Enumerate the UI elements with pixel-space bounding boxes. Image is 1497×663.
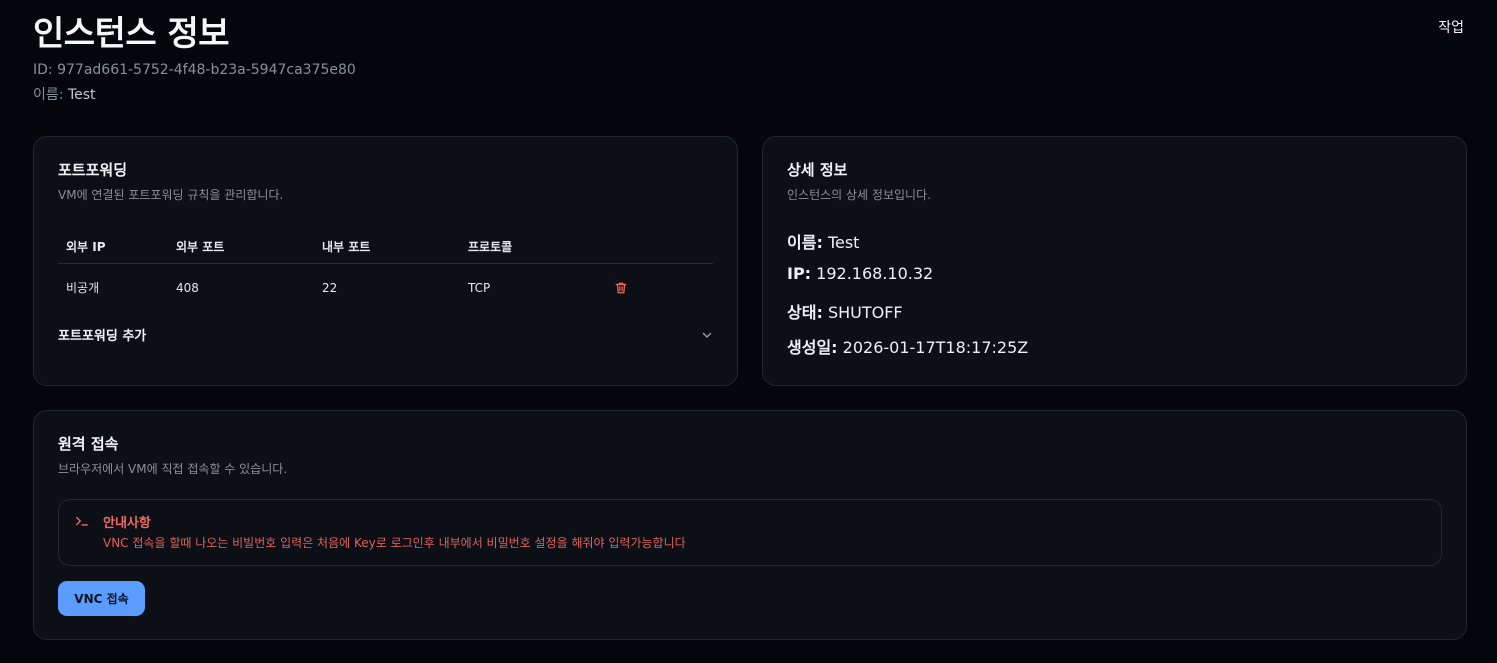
- detail-label: IP:: [787, 264, 812, 283]
- remote-access-subtitle: 브라우저에서 VM에 직접 접속할 수 있습니다.: [58, 462, 288, 476]
- cell-internal-port: 22: [322, 280, 338, 295]
- cell-actions: [614, 281, 654, 295]
- vnc-connect-button[interactable]: VNC 접속: [58, 581, 145, 616]
- instance-id: ID: 977ad661-5752-4f48-b23a-5947ca375e80: [33, 62, 356, 78]
- detail-ip: IP: 192.168.10.32: [787, 264, 1442, 299]
- port-forwarding-subtitle: VM에 연결된 포트포워딩 규칙을 관리합니다.: [58, 188, 284, 202]
- id-value: 977ad661-5752-4f48-b23a-5947ca375e80: [57, 62, 356, 78]
- column-internal-port: 내부 포트: [322, 239, 371, 254]
- detail-label: 생성일:: [787, 338, 838, 357]
- cell-protocol: TCP: [468, 280, 491, 295]
- page-title: 인스턴스 정보: [33, 14, 230, 54]
- port-forwarding-title: 포트포워딩: [58, 161, 128, 179]
- detail-value: Test: [827, 233, 860, 252]
- trash-icon[interactable]: [614, 281, 628, 295]
- notice-text: VNC 접속을 할때 나오는 비빌번호 입력은 처음에 Key로 로그인후 내부…: [103, 536, 686, 550]
- detail-label: 이름:: [787, 233, 823, 252]
- port-forwarding-card: 포트포워딩 VM에 연결된 포트포워딩 규칙을 관리합니다. 외부 IP 외부 …: [33, 136, 738, 386]
- notice-box: 안내사항 VNC 접속을 할때 나오는 비빌번호 입력은 처음에 Key로 로그…: [58, 499, 1442, 566]
- cell-external-port: 408: [176, 280, 199, 295]
- add-port-forwarding-toggle[interactable]: 포트포워딩 추가: [58, 325, 713, 344]
- detail-value: 2026-01-17T18:17:25Z: [842, 338, 1029, 357]
- column-protocol: 프로토콜: [468, 239, 513, 254]
- details-card: 상세 정보 인스턴스의 상세 정보입니다. 이름: Test IP: 192.1…: [762, 136, 1467, 386]
- detail-name: 이름: Test: [787, 229, 1442, 264]
- remote-access-title: 원격 접속: [58, 435, 119, 453]
- port-forwarding-table: 외부 IP 외부 포트 내부 포트 프로토콜 비공개 408 22 TCP: [58, 229, 713, 311]
- details-subtitle: 인스턴스의 상세 정보입니다.: [787, 188, 931, 202]
- details-title: 상세 정보: [787, 161, 848, 179]
- cell-external-ip: 비공개: [66, 281, 100, 295]
- table-row: 비공개 408 22 TCP: [58, 264, 713, 311]
- actions-button[interactable]: 작업: [1438, 17, 1464, 37]
- instance-name: 이름: Test: [33, 84, 96, 104]
- notice-title: 안내사항: [103, 516, 151, 531]
- detail-value: 192.168.10.32: [816, 264, 934, 283]
- column-external-ip: 외부 IP: [66, 239, 106, 254]
- detail-created: 생성일: 2026-01-17T18:17:25Z: [787, 334, 1442, 369]
- id-label: ID:: [33, 62, 53, 78]
- terminal-icon: [76, 516, 88, 526]
- detail-status: 상태: SHUTOFF: [787, 299, 1442, 334]
- add-port-forwarding-label: 포트포워딩 추가: [58, 329, 147, 344]
- chevron-down-icon: [702, 332, 712, 338]
- name-label: 이름:: [33, 87, 64, 103]
- detail-label: 상태:: [787, 303, 823, 322]
- instance-page: 인스턴스 정보 작업 ID: 977ad661-5752-4f48-b23a-5…: [0, 0, 1497, 663]
- details-list: 이름: Test IP: 192.168.10.32 상태: SHUTOFF 생…: [787, 229, 1442, 369]
- detail-value: SHUTOFF: [827, 303, 903, 322]
- name-value: Test: [67, 87, 96, 103]
- remote-access-card: 원격 접속 브라우저에서 VM에 직접 접속할 수 있습니다. 안내사항 VNC…: [33, 410, 1467, 640]
- table-header: 외부 IP 외부 포트 내부 포트 프로토콜: [58, 229, 713, 264]
- column-external-port: 외부 포트: [176, 239, 225, 254]
